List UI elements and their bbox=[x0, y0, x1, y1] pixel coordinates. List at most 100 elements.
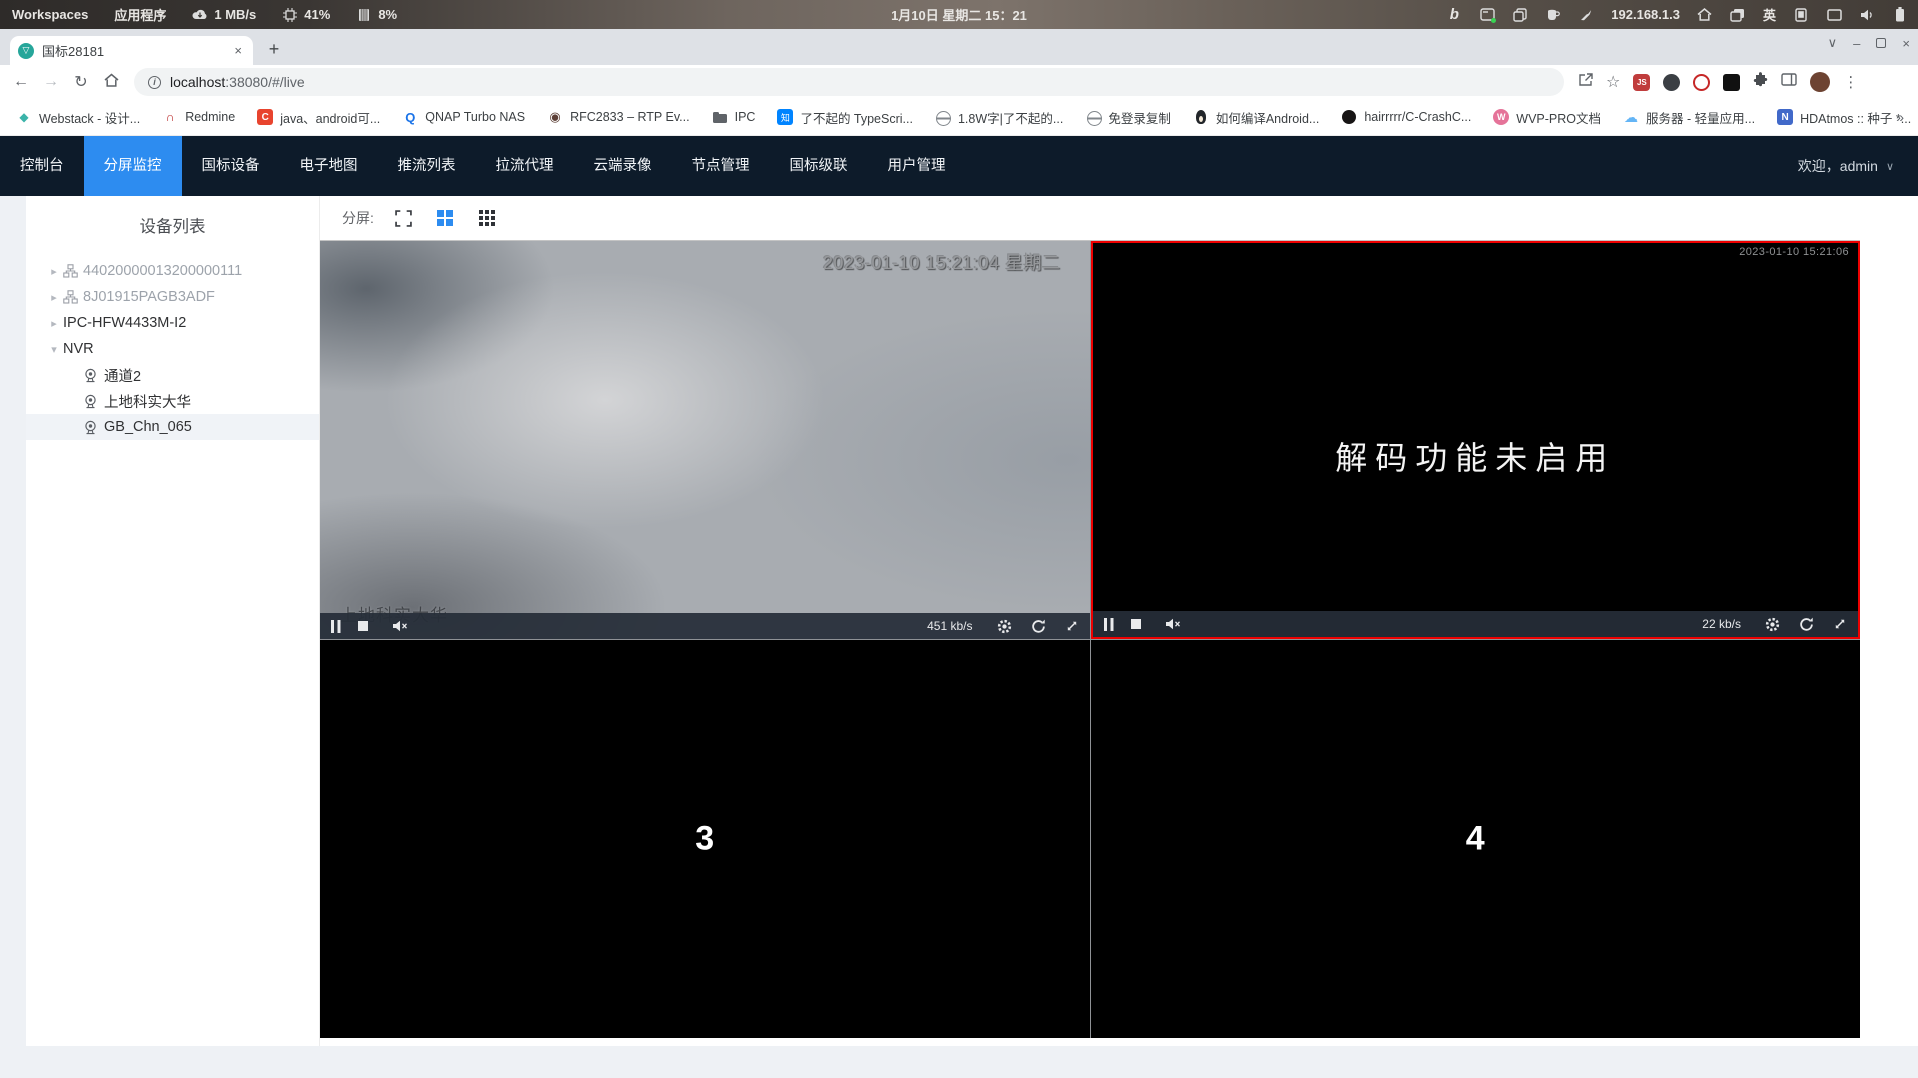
window-close-button[interactable]: × bbox=[1902, 36, 1910, 51]
nav-item-map[interactable]: 电子地图 bbox=[280, 136, 378, 196]
clock-calendar[interactable]: 1月10日 星期二 15：21 bbox=[891, 5, 1027, 24]
nav-item-gb-devices[interactable]: 国标设备 bbox=[182, 136, 280, 196]
tree-item-channel[interactable]: 通道2 bbox=[26, 362, 319, 388]
input-method-indicator[interactable]: 英 bbox=[1763, 5, 1776, 24]
caret-right-icon[interactable]: ▸ bbox=[48, 317, 60, 330]
refresh-button[interactable] bbox=[1799, 616, 1814, 632]
pause-button[interactable] bbox=[1103, 616, 1114, 632]
bitrate-label: 451 kb/s bbox=[927, 619, 973, 633]
battery-tray-icon[interactable] bbox=[1892, 7, 1908, 23]
tree-item-device-expanded[interactable]: ▾ NVR bbox=[26, 336, 319, 362]
bookmark-star-icon[interactable]: ☆ bbox=[1606, 72, 1620, 92]
nav-item-console[interactable]: 控制台 bbox=[0, 136, 84, 196]
volume-tray-icon[interactable] bbox=[1859, 7, 1875, 23]
nav-item-push-list[interactable]: 推流列表 bbox=[378, 136, 476, 196]
workspaces-button[interactable]: Workspaces bbox=[12, 7, 88, 22]
nav-item-gb-cascade[interactable]: 国标级联 bbox=[770, 136, 868, 196]
window-maximize-button[interactable] bbox=[1876, 38, 1887, 48]
download-cloud-icon bbox=[192, 7, 208, 23]
tab-close-button[interactable]: × bbox=[231, 43, 245, 58]
settings-gear-button[interactable] bbox=[997, 618, 1012, 634]
user-menu[interactable]: 欢迎，admin ∨ bbox=[1798, 136, 1918, 196]
back-button[interactable]: ← bbox=[6, 73, 36, 91]
bookmark-item[interactable]: 如何编译Android... bbox=[1193, 108, 1319, 127]
forward-button[interactable]: → bbox=[36, 73, 66, 91]
video-player-2[interactable]: 2023-01-10 15:21:06 解码功能未启用 22 kb/s bbox=[1090, 241, 1860, 639]
nav-item-split-screen-monitor[interactable]: 分屏监控 bbox=[83, 136, 182, 196]
adblock-extension-icon[interactable] bbox=[1693, 73, 1711, 91]
new-tab-button[interactable]: + bbox=[262, 39, 286, 60]
expand-button[interactable] bbox=[1065, 618, 1079, 634]
grid-2x2-button[interactable] bbox=[436, 210, 453, 226]
nav-item-cloud-record[interactable]: 云端录像 bbox=[574, 136, 672, 196]
browser-home-button[interactable] bbox=[96, 73, 126, 92]
caret-right-icon[interactable]: ▸ bbox=[48, 265, 60, 278]
stop-button[interactable] bbox=[1130, 616, 1141, 632]
tree-item-device[interactable]: ▸ 8J01915PAGB3ADF bbox=[26, 284, 319, 310]
volume-muted-icon[interactable] bbox=[392, 618, 408, 634]
caret-right-icon[interactable]: ▸ bbox=[48, 291, 60, 304]
bookmark-item[interactable]: ☁ 服务器 - 轻量应用... bbox=[1623, 108, 1755, 127]
caret-down-icon[interactable]: ▾ bbox=[48, 343, 60, 356]
browser-tab[interactable]: ▽ 国标28181 × bbox=[10, 36, 253, 65]
ip-address-indicator[interactable]: 192.168.1.3 bbox=[1611, 7, 1680, 22]
windows-overlay-tray-icon[interactable] bbox=[1730, 7, 1746, 23]
stop-button[interactable] bbox=[358, 618, 368, 634]
pause-button[interactable] bbox=[331, 618, 341, 634]
phone-link-tray-icon[interactable] bbox=[1793, 7, 1809, 23]
fullscreen-button[interactable] bbox=[395, 209, 413, 227]
side-panel-icon[interactable] bbox=[1781, 73, 1798, 91]
display-tray-icon[interactable] bbox=[1826, 7, 1842, 23]
bookmark-item[interactable]: N HDAtmos :: 种子 *... bbox=[1777, 108, 1911, 127]
bookmark-item[interactable]: Q QNAP Turbo NAS bbox=[402, 109, 525, 125]
bookmark-item[interactable]: ◆ Webstack - 设计... bbox=[16, 108, 140, 127]
empty-player-number: 3 bbox=[695, 819, 715, 858]
clipboard-tray-icon[interactable] bbox=[1512, 7, 1528, 23]
applications-menu[interactable]: 应用程序 bbox=[114, 5, 166, 24]
bookmark-item[interactable]: 免登录复制 bbox=[1085, 108, 1171, 127]
bookmark-item[interactable]: Cjava、android可... bbox=[257, 108, 380, 127]
refresh-button[interactable] bbox=[1031, 618, 1046, 634]
nav-item-node-manage[interactable]: 节点管理 bbox=[672, 136, 770, 196]
bookmark-item[interactable]: hairrrrr/C-CrashC... bbox=[1341, 109, 1471, 125]
expand-button[interactable] bbox=[1833, 616, 1847, 632]
browser-menu-button[interactable]: ⋮ bbox=[1843, 73, 1858, 91]
reload-button[interactable]: ↻ bbox=[66, 72, 96, 92]
nav-item-user-manage[interactable]: 用户管理 bbox=[868, 136, 966, 196]
json-viewer-extension-icon[interactable]: JS bbox=[1633, 73, 1651, 91]
bookmark-item[interactable]: 1.8W字|了不起的... bbox=[935, 108, 1063, 127]
ublock-extension-icon[interactable] bbox=[1723, 73, 1741, 91]
tree-item-channel[interactable]: 上地科实大华 bbox=[26, 388, 319, 414]
tree-item-device[interactable]: ▸ IPC-HFW4433M-I2 bbox=[26, 310, 319, 336]
rfc-favicon: ◉ bbox=[549, 109, 561, 124]
bookmark-item[interactable]: ∩ Redmine bbox=[162, 109, 235, 125]
grid-3x3-button[interactable] bbox=[478, 209, 496, 227]
home-tray-icon[interactable] bbox=[1697, 7, 1713, 23]
share-icon[interactable] bbox=[1578, 72, 1593, 92]
browser-profile-avatar[interactable] bbox=[1810, 72, 1831, 92]
bookmark-item[interactable]: ◉ RFC2833 – RTP Ev... bbox=[547, 109, 689, 125]
bookmark-folder[interactable]: IPC bbox=[712, 109, 755, 125]
bing-tray-icon[interactable]: b bbox=[1446, 6, 1462, 23]
window-minimize-button[interactable]: – bbox=[1853, 36, 1860, 51]
device-tree: ▸ 44020000013200000111 ▸ 8J01915PAGB3ADF… bbox=[26, 258, 319, 440]
bookmark-item[interactable]: W WVP-PRO文档 bbox=[1493, 108, 1601, 127]
video-player-4[interactable]: 4 bbox=[1090, 640, 1860, 1038]
bookmark-item[interactable]: 知了不起的 TypeScri... bbox=[777, 108, 913, 127]
site-info-icon[interactable]: i bbox=[148, 75, 161, 89]
tree-item-channel-selected[interactable]: GB_Chn_065 bbox=[26, 414, 319, 440]
video-player-3[interactable]: 3 bbox=[320, 640, 1090, 1038]
volume-muted-icon[interactable] bbox=[1165, 616, 1181, 632]
settings-gear-button[interactable] bbox=[1765, 616, 1780, 632]
video-player-1[interactable]: 2023-01-10 15:21:04 星期二 上地科实大华 bbox=[320, 241, 1090, 639]
extensions-puzzle-icon[interactable] bbox=[1753, 72, 1768, 92]
tampermonkey-extension-icon[interactable] bbox=[1663, 73, 1681, 91]
nav-item-pull-proxy[interactable]: 拉流代理 bbox=[476, 136, 574, 196]
tab-search-chevron-button[interactable]: ∨ bbox=[1828, 35, 1838, 51]
bookmarks-overflow-button[interactable]: » bbox=[1896, 109, 1904, 125]
tree-item-device[interactable]: ▸ 44020000013200000111 bbox=[26, 258, 319, 284]
address-bar[interactable]: i localhost:38080/#/live bbox=[134, 68, 1564, 96]
coffee-caffeine-tray-icon[interactable] bbox=[1545, 7, 1561, 23]
color-picker-tray-icon[interactable] bbox=[1578, 7, 1594, 23]
screenshot-tray-icon[interactable] bbox=[1479, 7, 1497, 23]
